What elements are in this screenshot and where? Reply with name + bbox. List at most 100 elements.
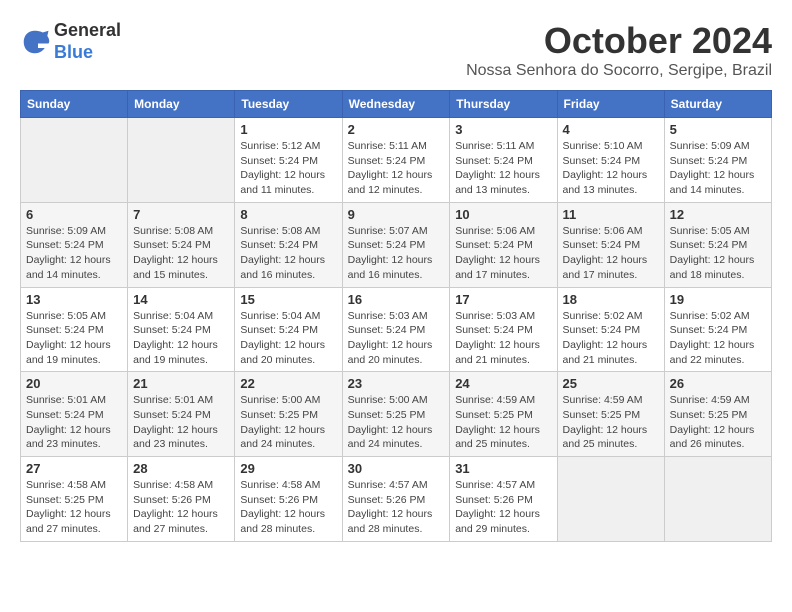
day-info: Sunrise: 5:09 AMSunset: 5:24 PMDaylight:… bbox=[26, 224, 122, 283]
day-info: Sunrise: 4:59 AMSunset: 5:25 PMDaylight:… bbox=[455, 393, 551, 452]
day-info: Sunrise: 5:04 AMSunset: 5:24 PMDaylight:… bbox=[240, 309, 336, 368]
table-row: 20Sunrise: 5:01 AMSunset: 5:24 PMDayligh… bbox=[21, 372, 128, 457]
table-row: 25 Sunrise: 4:59 AMSunset: 5:25 PMDayligh… bbox=[557, 372, 664, 457]
day-number: 13 bbox=[26, 292, 122, 307]
header-friday: Friday bbox=[557, 91, 664, 118]
table-row: 24 Sunrise: 4:59 AMSunset: 5:25 PMDayligh… bbox=[450, 372, 557, 457]
header-thursday: Thursday bbox=[450, 91, 557, 118]
day-info: Sunrise: 5:05 AMSunset: 5:24 PMDaylight:… bbox=[670, 224, 766, 283]
header-wednesday: Wednesday bbox=[342, 91, 450, 118]
day-info: Sunrise: 5:06 AMSunset: 5:24 PMDaylight:… bbox=[563, 224, 659, 283]
day-number: 30 bbox=[348, 461, 445, 476]
table-row: 27 Sunrise: 4:58 AMSunset: 5:25 PMDayligh… bbox=[21, 457, 128, 542]
logo-text: General Blue bbox=[54, 20, 121, 63]
day-info: Sunrise: 5:11 AMSunset: 5:24 PMDaylight:… bbox=[455, 139, 551, 198]
table-row: 14 Sunrise: 5:04 AMSunset: 5:24 PMDayligh… bbox=[128, 287, 235, 372]
location-title: Nossa Senhora do Socorro, Sergipe, Brazi… bbox=[466, 62, 772, 80]
day-number: 7 bbox=[133, 207, 229, 222]
day-number: 10 bbox=[455, 207, 551, 222]
month-title: October 2024 bbox=[466, 20, 772, 62]
day-number: 31 bbox=[455, 461, 551, 476]
day-number: 27 bbox=[26, 461, 122, 476]
table-row: 22Sunrise: 5:00 AMSunset: 5:25 PMDayligh… bbox=[235, 372, 342, 457]
table-row: 11 Sunrise: 5:06 AMSunset: 5:24 PMDayligh… bbox=[557, 202, 664, 287]
table-row: 10Sunrise: 5:06 AMSunset: 5:24 PMDayligh… bbox=[450, 202, 557, 287]
table-row: 29 Sunrise: 4:58 AMSunset: 5:26 PMDayligh… bbox=[235, 457, 342, 542]
table-row: 9Sunrise: 5:07 AMSunset: 5:24 PMDaylight… bbox=[342, 202, 450, 287]
table-row: 12Sunrise: 5:05 AMSunset: 5:24 PMDayligh… bbox=[664, 202, 771, 287]
calendar-week-row: 27 Sunrise: 4:58 AMSunset: 5:25 PMDayligh… bbox=[21, 457, 772, 542]
day-info: Sunrise: 4:58 AMSunset: 5:26 PMDaylight:… bbox=[240, 478, 336, 537]
calendar-week-row: 6 Sunrise: 5:09 AMSunset: 5:24 PMDaylight… bbox=[21, 202, 772, 287]
day-info: Sunrise: 5:02 AMSunset: 5:24 PMDaylight:… bbox=[670, 309, 766, 368]
day-number: 2 bbox=[348, 122, 445, 137]
title-block: October 2024 Nossa Senhora do Socorro, S… bbox=[466, 20, 772, 80]
day-number: 21 bbox=[133, 376, 229, 391]
header-sunday: Sunday bbox=[21, 91, 128, 118]
table-row bbox=[664, 457, 771, 542]
table-row: 31 Sunrise: 4:57 AMSunset: 5:26 PMDayligh… bbox=[450, 457, 557, 542]
table-row: 1 Sunrise: 5:12 AMSunset: 5:24 PMDaylight… bbox=[235, 118, 342, 203]
header-monday: Monday bbox=[128, 91, 235, 118]
day-info: Sunrise: 4:57 AMSunset: 5:26 PMDaylight:… bbox=[455, 478, 551, 537]
header-tuesday: Tuesday bbox=[235, 91, 342, 118]
day-number: 16 bbox=[348, 292, 445, 307]
table-row: 2 Sunrise: 5:11 AMSunset: 5:24 PMDaylight… bbox=[342, 118, 450, 203]
day-info: Sunrise: 5:12 AMSunset: 5:24 PMDaylight:… bbox=[240, 139, 336, 198]
day-number: 4 bbox=[563, 122, 659, 137]
day-info: Sunrise: 5:10 AMSunset: 5:24 PMDaylight:… bbox=[563, 139, 659, 198]
day-info: Sunrise: 5:01 AMSunset: 5:24 PMDaylight:… bbox=[133, 393, 229, 452]
day-number: 5 bbox=[670, 122, 766, 137]
day-number: 8 bbox=[240, 207, 336, 222]
day-number: 14 bbox=[133, 292, 229, 307]
table-row: 21 Sunrise: 5:01 AMSunset: 5:24 PMDayligh… bbox=[128, 372, 235, 457]
day-info: Sunrise: 4:58 AMSunset: 5:25 PMDaylight:… bbox=[26, 478, 122, 537]
table-row: 17Sunrise: 5:03 AMSunset: 5:24 PMDayligh… bbox=[450, 287, 557, 372]
day-info: Sunrise: 5:07 AMSunset: 5:24 PMDaylight:… bbox=[348, 224, 445, 283]
day-info: Sunrise: 5:02 AMSunset: 5:24 PMDaylight:… bbox=[563, 309, 659, 368]
day-number: 26 bbox=[670, 376, 766, 391]
calendar-week-row: 13Sunrise: 5:05 AMSunset: 5:24 PMDayligh… bbox=[21, 287, 772, 372]
logo: General Blue bbox=[20, 20, 121, 63]
day-info: Sunrise: 4:59 AMSunset: 5:25 PMDaylight:… bbox=[563, 393, 659, 452]
day-info: Sunrise: 4:59 AMSunset: 5:25 PMDaylight:… bbox=[670, 393, 766, 452]
table-row: 8 Sunrise: 5:08 AMSunset: 5:24 PMDaylight… bbox=[235, 202, 342, 287]
day-info: Sunrise: 5:01 AMSunset: 5:24 PMDaylight:… bbox=[26, 393, 122, 452]
day-number: 6 bbox=[26, 207, 122, 222]
day-number: 15 bbox=[240, 292, 336, 307]
table-row: 30 Sunrise: 4:57 AMSunset: 5:26 PMDayligh… bbox=[342, 457, 450, 542]
day-number: 11 bbox=[563, 207, 659, 222]
logo-icon bbox=[20, 27, 50, 57]
day-number: 18 bbox=[563, 292, 659, 307]
day-number: 25 bbox=[563, 376, 659, 391]
calendar-week-row: 1 Sunrise: 5:12 AMSunset: 5:24 PMDaylight… bbox=[21, 118, 772, 203]
table-row: 15 Sunrise: 5:04 AMSunset: 5:24 PMDayligh… bbox=[235, 287, 342, 372]
table-row: 26 Sunrise: 4:59 AMSunset: 5:25 PMDayligh… bbox=[664, 372, 771, 457]
day-info: Sunrise: 5:09 AMSunset: 5:24 PMDaylight:… bbox=[670, 139, 766, 198]
calendar-week-row: 20Sunrise: 5:01 AMSunset: 5:24 PMDayligh… bbox=[21, 372, 772, 457]
table-row: 6 Sunrise: 5:09 AMSunset: 5:24 PMDaylight… bbox=[21, 202, 128, 287]
day-info: Sunrise: 5:08 AMSunset: 5:24 PMDaylight:… bbox=[240, 224, 336, 283]
day-number: 29 bbox=[240, 461, 336, 476]
table-row: 7Sunrise: 5:08 AMSunset: 5:24 PMDaylight… bbox=[128, 202, 235, 287]
day-info: Sunrise: 5:00 AMSunset: 5:25 PMDaylight:… bbox=[348, 393, 445, 452]
day-info: Sunrise: 5:04 AMSunset: 5:24 PMDaylight:… bbox=[133, 309, 229, 368]
table-row: 28 Sunrise: 4:58 AMSunset: 5:26 PMDayligh… bbox=[128, 457, 235, 542]
day-info: Sunrise: 5:11 AMSunset: 5:24 PMDaylight:… bbox=[348, 139, 445, 198]
day-number: 28 bbox=[133, 461, 229, 476]
day-number: 19 bbox=[670, 292, 766, 307]
calendar-header-row: Sunday Monday Tuesday Wednesday Thursday… bbox=[21, 91, 772, 118]
day-number: 24 bbox=[455, 376, 551, 391]
page-header: General Blue October 2024 Nossa Senhora … bbox=[20, 20, 772, 80]
table-row bbox=[557, 457, 664, 542]
day-number: 22 bbox=[240, 376, 336, 391]
table-row bbox=[128, 118, 235, 203]
day-number: 23 bbox=[348, 376, 445, 391]
table-row: 5 Sunrise: 5:09 AMSunset: 5:24 PMDaylight… bbox=[664, 118, 771, 203]
day-number: 1 bbox=[240, 122, 336, 137]
table-row: 16Sunrise: 5:03 AMSunset: 5:24 PMDayligh… bbox=[342, 287, 450, 372]
day-info: Sunrise: 4:57 AMSunset: 5:26 PMDaylight:… bbox=[348, 478, 445, 537]
day-info: Sunrise: 4:58 AMSunset: 5:26 PMDaylight:… bbox=[133, 478, 229, 537]
table-row: 13Sunrise: 5:05 AMSunset: 5:24 PMDayligh… bbox=[21, 287, 128, 372]
table-row: 3Sunrise: 5:11 AMSunset: 5:24 PMDaylight… bbox=[450, 118, 557, 203]
